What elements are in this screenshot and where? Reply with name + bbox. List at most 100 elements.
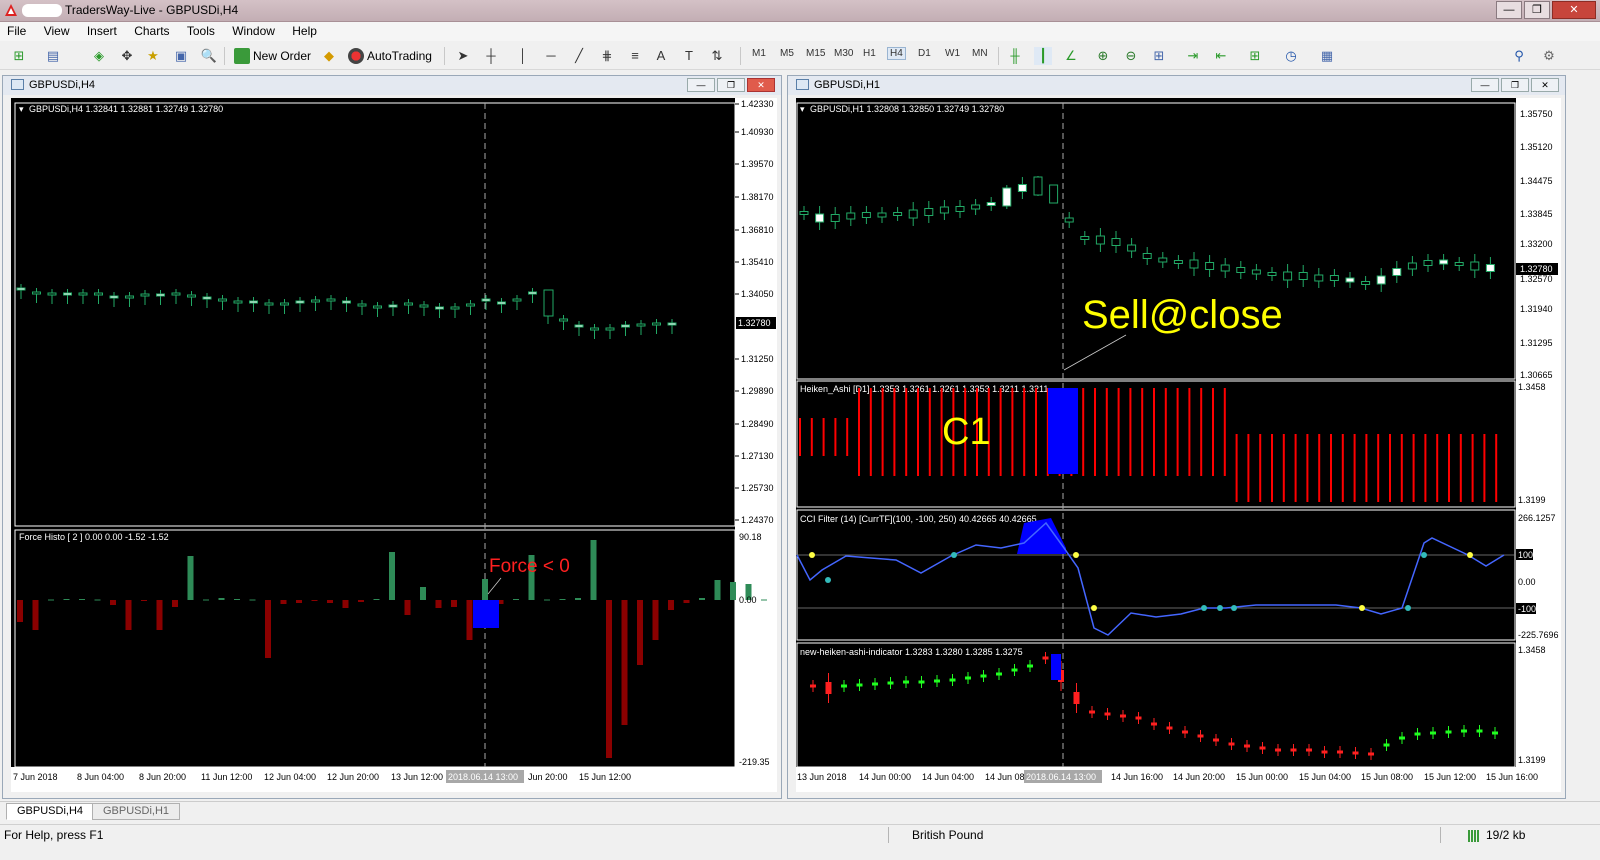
chart-minimize-button-h1[interactable]: —: [1471, 78, 1499, 92]
profiles-icon[interactable]: ▤: [44, 47, 62, 65]
settings-icon[interactable]: ⚙: [1540, 47, 1558, 65]
nha-title: new-heiken-ashi-indicator 1.3283 1.3280 …: [800, 647, 1023, 657]
tf-d1[interactable]: D1: [918, 48, 931, 59]
terminal-icon[interactable]: ▣: [172, 47, 190, 65]
chart-minimize-button[interactable]: —: [687, 78, 715, 92]
line-chart-icon[interactable]: ∠: [1062, 47, 1080, 65]
autotrading-button[interactable]: AutoTrading: [348, 46, 432, 66]
candle-body: [1111, 238, 1121, 246]
nha-body: [996, 672, 1002, 676]
candle-body: [1189, 259, 1199, 269]
search-icon[interactable]: ⚲: [1510, 47, 1528, 65]
fibonacci-icon[interactable]: ≡: [626, 47, 644, 65]
cci-axis-100: 100: [1518, 550, 1533, 560]
crosshair-icon[interactable]: ┼: [482, 47, 500, 65]
tab-gbpusd-h4[interactable]: GBPUSDi,H4: [6, 803, 95, 820]
force-bar: [280, 600, 287, 604]
text-label-icon[interactable]: T: [680, 47, 698, 65]
autoscroll-icon[interactable]: ⇤: [1212, 47, 1230, 65]
tf-m30[interactable]: M30: [834, 48, 853, 59]
navigator-icon[interactable]: ✥: [118, 47, 136, 65]
menu-help[interactable]: Help: [285, 22, 324, 38]
tf-m1[interactable]: M1: [752, 48, 766, 59]
menu-view[interactable]: View: [37, 22, 77, 38]
nha-body: [1445, 730, 1452, 734]
horizontal-line-icon[interactable]: ─: [542, 47, 560, 65]
chart-close-button-h1[interactable]: ✕: [1531, 78, 1559, 92]
menu-file[interactable]: File: [0, 22, 33, 38]
close-button[interactable]: ✕: [1552, 1, 1596, 19]
price-label: 1.31295: [1520, 338, 1553, 348]
tf-h1[interactable]: H1: [863, 48, 876, 59]
zoom-out-icon[interactable]: ⊖: [1122, 47, 1140, 65]
candle-body: [233, 300, 243, 304]
chart-restore-button-h1[interactable]: ❐: [1501, 78, 1529, 92]
tf-mn[interactable]: MN: [972, 48, 988, 59]
new-order-button[interactable]: New Order: [234, 46, 311, 66]
cci-axis-bottom: -225.7696: [1518, 630, 1559, 640]
bar-chart-icon[interactable]: ╫: [1006, 47, 1024, 65]
strategy-tester-icon[interactable]: 🔍: [200, 47, 218, 65]
chart-canvas-h4[interactable]: ▾ GBPUSDi,H4 1.32841 1.32881 1.32749 1.3…: [11, 98, 777, 792]
text-icon[interactable]: A: [652, 47, 670, 65]
autotrading-icon: [348, 48, 364, 64]
nha-body: [825, 682, 832, 694]
cci-title: CCI Filter (14) [CurrTF](100, -100, 250)…: [800, 514, 1037, 524]
menu-window[interactable]: Window: [225, 22, 282, 38]
time-label: 15 Jun 12:00: [1424, 772, 1476, 782]
chart-shift-icon[interactable]: ⇥: [1184, 47, 1202, 65]
market-watch-icon[interactable]: ◈: [90, 47, 108, 65]
chart-svg-h4[interactable]: ▾ GBPUSDi,H4 1.32841 1.32881 1.32749 1.3…: [11, 98, 777, 792]
candle-body: [1127, 244, 1137, 252]
candle-body: [574, 324, 584, 328]
minimize-button[interactable]: —: [1496, 1, 1522, 19]
tile-windows-icon[interactable]: ⊞: [1150, 47, 1168, 65]
nha-body: [949, 678, 956, 682]
nha-body: [1104, 712, 1111, 716]
zoom-in-icon[interactable]: ⊕: [1094, 47, 1112, 65]
periodicity-icon[interactable]: ◷: [1282, 47, 1300, 65]
arrows-icon[interactable]: ⇅: [708, 47, 726, 65]
price-label: 1.32570: [1520, 274, 1553, 284]
data-window-icon[interactable]: ★: [144, 47, 162, 65]
cursor-icon[interactable]: ➤: [454, 47, 472, 65]
force-bar: [714, 580, 721, 600]
candle-body: [357, 303, 367, 307]
tf-m5[interactable]: M5: [780, 48, 794, 59]
menu-tools[interactable]: Tools: [180, 22, 222, 38]
menu-charts[interactable]: Charts: [127, 22, 176, 38]
nha-body: [1290, 748, 1297, 752]
nha-body: [1461, 729, 1467, 733]
chart-restore-button[interactable]: ❐: [717, 78, 745, 92]
channel-icon[interactable]: ⋕: [598, 47, 616, 65]
tf-m15[interactable]: M15: [806, 48, 825, 59]
chart-svg-h1[interactable]: ▾ GBPUSDi,H1 1.32808 1.32850 1.32749 1.3…: [796, 98, 1561, 792]
chart-close-button[interactable]: ✕: [747, 78, 775, 92]
nha-body: [1213, 738, 1219, 742]
candle-body: [1454, 262, 1464, 266]
time-label: 15 Jun 00:00: [1236, 772, 1288, 782]
chart-canvas-h1[interactable]: ▾ GBPUSDi,H1 1.32808 1.32850 1.32749 1.3…: [796, 98, 1561, 792]
candlestick-icon[interactable]: ┃: [1034, 47, 1052, 65]
cci-dot: [825, 577, 831, 583]
indicators-icon[interactable]: ⊞: [1246, 47, 1264, 65]
force-bar: [373, 599, 380, 600]
vertical-line-icon[interactable]: │: [514, 47, 532, 65]
force-bar: [32, 600, 39, 630]
menu-insert[interactable]: Insert: [80, 22, 124, 38]
maximize-button[interactable]: ❐: [1524, 1, 1550, 19]
candle-body: [94, 292, 103, 296]
price-label: 1.28490: [741, 419, 774, 429]
trendline-icon[interactable]: ╱: [570, 47, 588, 65]
metaeditor-icon[interactable]: ◆: [320, 47, 338, 65]
candle-body: [373, 305, 382, 309]
candle-body: [218, 298, 227, 302]
time-label: 12 Jun 20:00: [327, 772, 379, 782]
templates-icon[interactable]: ▦: [1318, 47, 1336, 65]
tf-w1[interactable]: W1: [945, 48, 960, 59]
candle-body: [1002, 187, 1012, 207]
tf-h4[interactable]: H4: [887, 47, 906, 60]
tab-gbpusd-h1[interactable]: GBPUSDi,H1: [92, 803, 181, 820]
chart-window-header-h1: GBPUSDi,H1 — ❐ ✕: [788, 76, 1565, 95]
new-chart-icon[interactable]: ⊞: [10, 47, 28, 65]
